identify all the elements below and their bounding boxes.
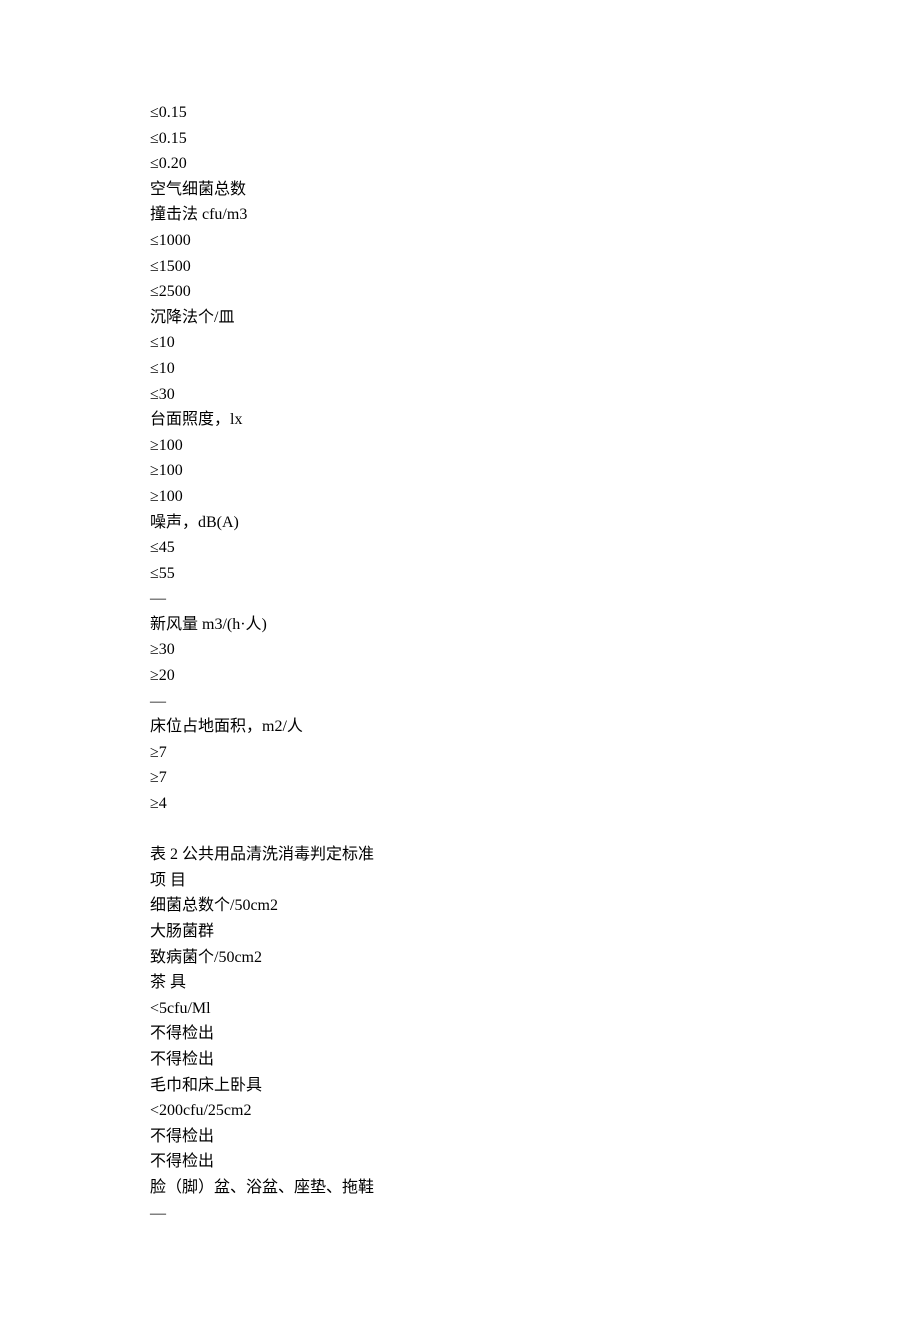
text-line: ≥100 [150,433,770,459]
text-line: 表 2 公共用品清洗消毒判定标准 [150,842,770,868]
text-line: 不得检出 [150,1021,770,1047]
text-line: 空气细菌总数 [150,177,770,203]
text-line: ≤2500 [150,279,770,305]
text-line: ≤55 [150,561,770,587]
text-line: 细菌总数个/50cm2 [150,893,770,919]
document-page: ≤0.15≤0.15≤0.20空气细菌总数撞击法 cfu/m3≤1000≤150… [0,0,920,1326]
text-line: 不得检出 [150,1124,770,1150]
text-line: 茶 具 [150,970,770,996]
text-line: 不得检出 [150,1047,770,1073]
text-line: ≤30 [150,382,770,408]
text-line: ≤0.20 [150,151,770,177]
text-line: 大肠菌群 [150,919,770,945]
text-line: 新风量 m3/(h·人) [150,612,770,638]
text-line: ≥7 [150,765,770,791]
text-line: ≤1000 [150,228,770,254]
text-line: 不得检出 [150,1149,770,1175]
text-line: ≥100 [150,458,770,484]
text-line: ≤1500 [150,254,770,280]
text-line: ≤10 [150,330,770,356]
text-line: ≤10 [150,356,770,382]
text-line: 脸（脚）盆、浴盆、座垫、拖鞋 [150,1175,770,1201]
text-line: 致病菌个/50cm2 [150,945,770,971]
text-line: ≥4 [150,791,770,817]
text-line: — [150,1201,770,1227]
text-line: ≤0.15 [150,100,770,126]
text-line: — [150,586,770,612]
text-line: ≥20 [150,663,770,689]
text-line: 沉降法个/皿 [150,305,770,331]
text-line: — [150,689,770,715]
text-line: 噪声，dB(A) [150,510,770,536]
text-line: ≥100 [150,484,770,510]
text-line: <200cfu/25cm2 [150,1098,770,1124]
text-line: ≤0.15 [150,126,770,152]
blank-line [150,817,770,843]
text-line: 毛巾和床上卧具 [150,1073,770,1099]
text-line: ≥7 [150,740,770,766]
text-line: ≤45 [150,535,770,561]
text-line: ≥30 [150,637,770,663]
text-line: <5cfu/Ml [150,996,770,1022]
text-line: 撞击法 cfu/m3 [150,202,770,228]
text-line: 床位占地面积，m2/人 [150,714,770,740]
text-line: 项 目 [150,868,770,894]
text-line: 台面照度，lx [150,407,770,433]
